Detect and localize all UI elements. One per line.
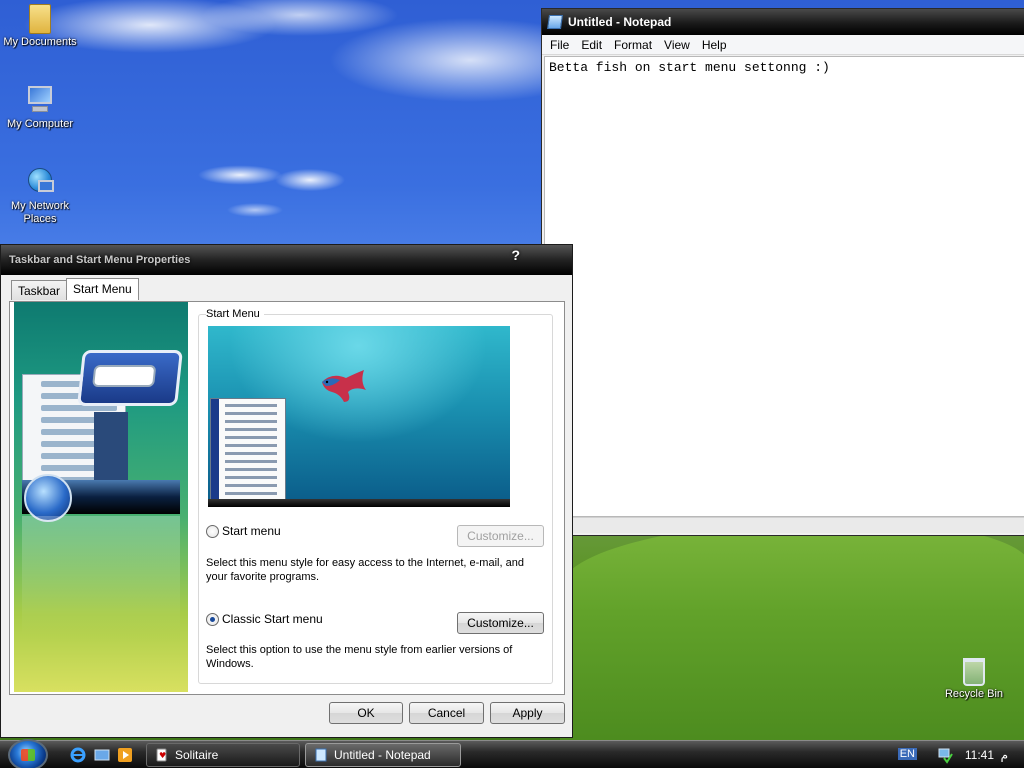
- help-button[interactable]: ?: [511, 247, 520, 263]
- tab-start-menu[interactable]: Start Menu: [66, 278, 139, 300]
- notepad-text-area[interactable]: Betta fish on start menu settonng :): [544, 56, 1024, 517]
- notepad-titlebar[interactable]: Untitled - Notepad: [542, 9, 1024, 35]
- notepad-icon: [315, 748, 327, 762]
- desktop-icon-label: My Network Places: [10, 200, 70, 225]
- taskbar-button-notepad[interactable]: Untitled - Notepad: [305, 743, 461, 767]
- task-label: Solitaire: [175, 748, 219, 762]
- menu-view[interactable]: View: [658, 38, 696, 52]
- menu-edit[interactable]: Edit: [575, 38, 608, 52]
- folder-icon: [29, 4, 51, 34]
- horizontal-scrollbar[interactable]: ‹: [544, 517, 1024, 533]
- internet-explorer-icon[interactable]: [70, 747, 86, 763]
- dialog-tabs: Taskbar Start Menu: [11, 278, 139, 300]
- preview-taskbar: [208, 499, 510, 507]
- computer-icon: [24, 84, 56, 116]
- notepad-menubar: File Edit Format View Help: [542, 35, 1024, 55]
- preview-start-menu: [210, 398, 286, 503]
- tab-taskbar[interactable]: Taskbar: [11, 280, 68, 300]
- betta-fish-icon: [322, 370, 366, 402]
- desktop-icon-my-computer[interactable]: My Computer: [0, 84, 80, 131]
- classic-start-menu-radio-label[interactable]: Classic Start menu: [222, 612, 323, 626]
- start-menu-radio[interactable]: [206, 525, 219, 538]
- desktop-icon-label: Recycle Bin: [944, 688, 1004, 700]
- start-button[interactable]: [8, 739, 48, 768]
- taskbar-button-solitaire[interactable]: ♥ Solitaire: [146, 743, 300, 767]
- desktop-icon-label: My Documents: [3, 36, 77, 48]
- windows-orb-icon: [24, 474, 72, 522]
- dialog-titlebar[interactable]: Taskbar and Start Menu Properties ?: [1, 245, 572, 275]
- taskbar: ♥ Solitaire Untitled - Notepad EN 11:41 …: [0, 739, 1024, 768]
- dialog-title: Taskbar and Start Menu Properties: [9, 254, 191, 266]
- taskbar-start-menu-properties-dialog: Taskbar and Start Menu Properties ? Task…: [0, 244, 573, 738]
- ok-button[interactable]: OK: [329, 702, 403, 724]
- notepad-title: Untitled - Notepad: [568, 15, 672, 29]
- language-indicator[interactable]: EN: [897, 748, 917, 760]
- desktop-icon-my-network-places[interactable]: My Network Places: [0, 166, 80, 226]
- desktop-icon-label: My Computer: [6, 118, 74, 130]
- notepad-icon: [547, 15, 563, 29]
- apply-button[interactable]: Apply: [490, 702, 565, 724]
- customize-start-menu-button[interactable]: Customize...: [457, 525, 544, 547]
- network-places-icon: [24, 166, 56, 198]
- clock-time[interactable]: 11:41: [965, 748, 994, 762]
- recycle-bin-icon: [963, 658, 985, 686]
- customize-classic-menu-button[interactable]: Customize...: [457, 612, 544, 634]
- solitaire-icon: ♥: [156, 748, 167, 762]
- desktop-icon-my-documents[interactable]: My Documents: [0, 4, 80, 49]
- task-label: Untitled - Notepad: [334, 748, 431, 762]
- cancel-button[interactable]: Cancel: [409, 702, 484, 724]
- notepad-window: Untitled - Notepad File Edit Format View…: [541, 8, 1024, 536]
- show-desktop-icon[interactable]: [94, 747, 110, 763]
- start-menu-preview: [208, 326, 510, 507]
- menu-help[interactable]: Help: [696, 38, 733, 52]
- start-menu-radio-label[interactable]: Start menu: [222, 524, 281, 538]
- classic-start-menu-radio[interactable]: [206, 613, 219, 626]
- menu-format[interactable]: Format: [608, 38, 658, 52]
- desktop-icon-recycle-bin[interactable]: Recycle Bin: [934, 658, 1014, 701]
- group-label: Start Menu: [206, 308, 264, 320]
- menu-file[interactable]: File: [544, 38, 575, 52]
- start-menu-illustration: [14, 302, 188, 692]
- classic-start-menu-description: Select this option to use the menu style…: [206, 644, 513, 670]
- start-menu-tab-panel: Start Menu Start menu Customize... Selec…: [9, 301, 565, 695]
- clock-am-pm: م: [1000, 748, 1008, 762]
- start-menu-description: Select this menu style for easy access t…: [206, 557, 524, 583]
- network-status-icon[interactable]: [936, 746, 954, 764]
- svg-text:♥: ♥: [159, 751, 166, 760]
- grass-hill: [560, 520, 1024, 750]
- media-player-icon[interactable]: [117, 747, 133, 763]
